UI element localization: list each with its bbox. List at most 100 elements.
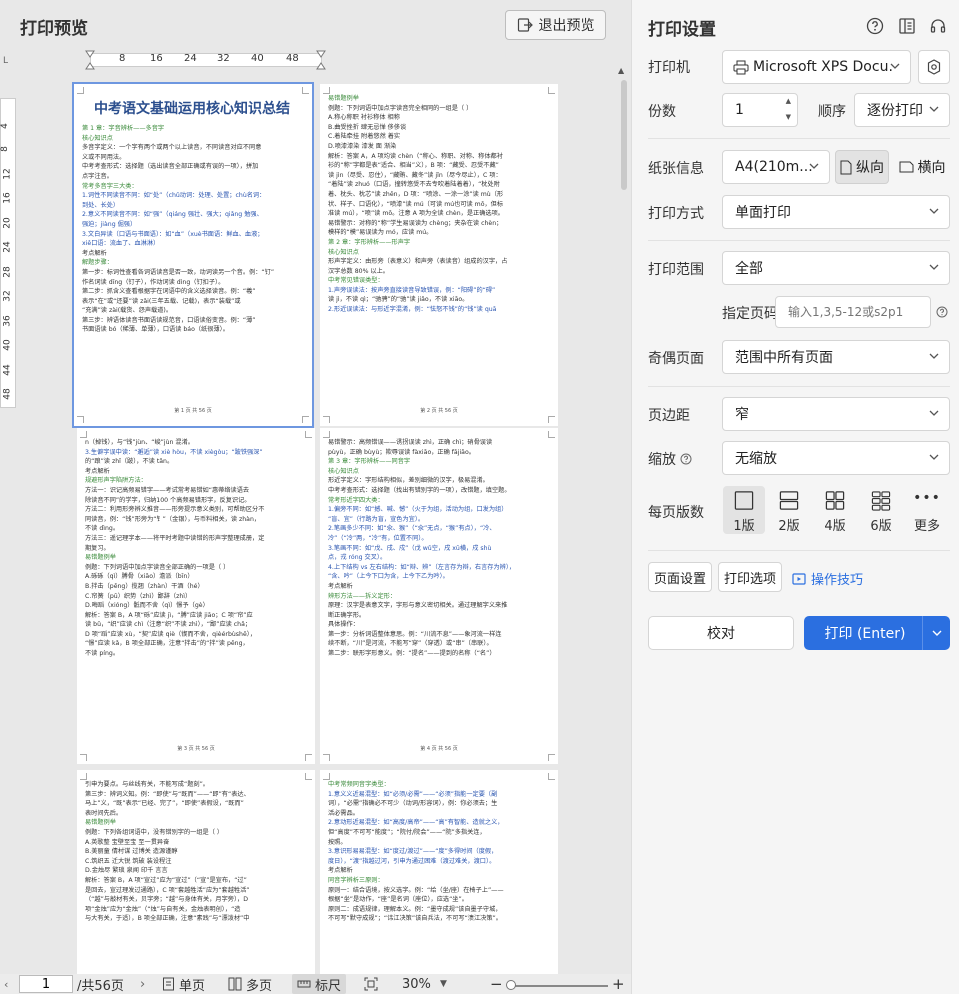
page-text-line: D.金烛尽 繁琐 泉闻 印千 言言 [85,867,168,875]
help-icon[interactable] [936,306,948,318]
exit-preview-label: 退出预览 [538,18,595,34]
odd-even-value: 范围中所有页面 [735,350,833,366]
page-text-line: 根据“坐”是动作，“座”是名词（座位），应选“坐”。 [328,896,468,904]
printer-select[interactable]: Microsoft XPS Docu... [722,50,911,84]
video-icon [792,572,806,585]
scroll-up-arrow[interactable]: ▲ [618,66,624,75]
layout-1-per-page[interactable]: 1版 [723,486,765,534]
preview-page-2[interactable]: 易错题例举 例题：下列词语中加点字读音完全相同的一组是（ ） A.称心称职 衬衫称体… [320,84,558,426]
margin-select[interactable]: 窄 [722,397,950,431]
next-page-icon[interactable]: › [140,974,145,994]
print-range-select[interactable]: 全部 [722,251,950,285]
page-text-line: B.美丽童 倩村谋 过博关 造源谨醇 [85,848,178,856]
multi-page-button[interactable]: 多页 [228,974,272,994]
layout-4-per-page[interactable]: 4版 [814,486,856,534]
vertical-scrollbar[interactable] [621,80,627,190]
layout-2-label: 2版 [778,519,800,534]
zoom-out-icon[interactable]: − [490,974,503,994]
page-numbers-input[interactable] [775,296,931,328]
page-number-input[interactable] [19,975,73,993]
right-margin-marker[interactable] [316,50,326,70]
exit-preview-button[interactable]: 退出预览 [505,10,606,40]
page-text-line: 项“金烛”应为“金烛”（“烛”与自有关，金烛表明创），“造 [85,905,241,913]
crop-mark [548,87,555,94]
printer-properties-button[interactable] [918,50,950,84]
zoom-slider-knob[interactable] [506,980,516,990]
vruler-tick: 4 [0,123,10,129]
ruler-label: 标尺 [315,978,342,994]
page-setup-button[interactable]: 页面设置 [648,562,712,592]
copies-stepper[interactable]: 1 ▲ ▼ [722,93,798,127]
document-preview[interactable]: 中考语文基础运用核心知识总结 第 1 章：字音辨析——多音字 核心知识点 多音字定义… [70,80,562,974]
paper-select[interactable]: A4(210m... [722,150,830,184]
page-text: 引申为要点。与丝线有关，不能写成“题刻”。 第三步：辨词义知。例：“即使”与“既而… [85,780,307,924]
page-text-line: 原则一：结合语境，按义选字。例：“给（坐/座）在椅子上”—— [328,886,504,894]
vruler-tick: 36 [2,315,13,327]
headset-icon[interactable] [929,17,947,35]
more-icon: ••• [913,490,941,506]
page-text-line: 3.笔画不同：如“戊、戌、戍”（戊 wǔ空，戌 xū横，戍 shù [328,544,492,552]
zoom-level[interactable]: 30% [402,974,431,994]
print-button[interactable]: 打印 (Enter) [804,616,950,650]
zoom-dropdown-icon[interactable]: ▼ [440,974,447,994]
layout-panel-icon[interactable] [898,17,916,35]
portrait-icon [840,160,852,174]
print-settings-panel: 打印设置 打印机 Microsoft XPS Docu... 份数 1 ▲ ▼ … [631,0,959,994]
prev-page-icon[interactable]: ‹ [4,974,8,994]
page-text-line: 续不断，“川”是河流，不能写“穿”（穿透）或“串”（串联）。 [328,640,493,648]
scale-label: 缩放 [648,452,676,468]
print-mode-select[interactable]: 单面打印 [722,195,950,229]
layout-6-per-page[interactable]: 6版 [860,486,902,534]
page-text-line: 准读 mú），“喷”读 mō。注意 A 项为全读 chèn，是正确选项。 [328,210,504,218]
page-text-line: 中考考查形式：选择题（找出有错别字的一项），改错题，填空题。 [328,486,511,494]
preview-page-4[interactable]: 易错警示：高频错误——诱拐误读 zhì，正确 chì；硝骨误读 pùyù，正确 b… [320,428,558,764]
vertical-ruler[interactable]: 4 8 12 16 20 24 28 32 36 40 44 48 [0,98,16,408]
chevron-down-icon [929,208,939,214]
zoom-in-icon[interactable]: + [612,974,625,994]
preview-page-6[interactable]: 中考常频同音字类型： 1.意义义近易混型：如“必须/必需”——“必须”指能一定要（… [320,770,558,974]
page-text-line: C.筑织五 迁大锐 筑破 装设程注 [85,857,172,865]
order-select[interactable]: 逐份打印 [854,93,950,127]
divider [648,386,950,387]
print-label: 打印 (Enter) [824,626,906,642]
left-margin-marker[interactable] [85,50,95,70]
page-text-line: 马上”义，“既”表示“已经、完了”，“即使”表假设，“既而” [85,800,244,808]
fit-page-icon[interactable] [364,974,378,994]
page-text-line: 中考考查形式：选择题（选出读音全部正确或有误的一项），拼加 [82,163,259,171]
proofread-button[interactable]: 校对 [648,616,794,650]
print-dropdown[interactable] [922,616,950,650]
horizontal-ruler[interactable]: 8 16 24 32 40 48 [18,50,618,70]
layout-4-icon [825,491,845,510]
page-text-line: 表示“在”或“还要”读 zǎi(三年五载、记载)，表示“装载”或 [82,297,241,305]
page-text-line: 例题：下列各组词语中，没有错别字的一组是（ ） [85,828,224,836]
help-icon[interactable] [866,17,884,35]
zoom-slider[interactable] [508,985,608,987]
portrait-button[interactable]: 纵向 [835,150,889,184]
preview-page-1[interactable]: 中考语文基础运用核心知识总结 第 1 章：字音辨析——多音字 核心知识点 多音字定义… [72,82,314,428]
ruler-tick: 24 [184,53,197,64]
layout-more[interactable]: ••• 更多 [906,486,948,534]
page-text-line: 第 1 章：字音辨析——多音字 [82,125,165,132]
vruler-tick: 12 [2,168,13,180]
layout-2-per-page[interactable]: 2版 [768,486,810,534]
stepper-down-icon[interactable]: ▼ [786,113,791,121]
crop-mark [323,416,330,423]
page-text-line: 点，戎 róng 交叉）。 [328,554,387,562]
page-text-line: 模样的“模”易误读为 mó，应读 mú。 [328,229,433,237]
layout-more-label: 更多 [913,519,940,534]
order-value: 逐份打印 [867,103,923,119]
preview-page-3[interactable]: n（掉钱），与“钱”jùn、“峻”jùn 混淆。 3.生僻字误中读：“邂逅”读 x… [77,428,315,764]
page-text-line: 书面语读 bó（稀薄、单薄），口语读 báo（纸很薄）。 [82,326,229,334]
odd-even-select[interactable]: 范围中所有页面 [722,340,950,374]
tips-label: 操作技巧 [811,573,864,588]
preview-page-5[interactable]: 引申为要点。与丝线有关，不能写成“题刻”。 第三步：辨词义知。例：“即使”与“既而… [77,770,315,974]
print-options-button[interactable]: 打印选项 [718,562,782,592]
page-text-line: 易错题例举 [85,819,116,827]
scale-select[interactable]: 无缩放 [722,441,950,475]
single-page-button[interactable]: 单页 [162,974,205,994]
ruler-toggle-button[interactable]: 标尺 [292,974,347,994]
tips-link[interactable]: 操作技巧 [792,569,863,588]
landscape-button[interactable]: 横向 [894,150,950,184]
help-icon[interactable] [680,453,692,465]
stepper-up-icon[interactable]: ▲ [786,97,791,105]
